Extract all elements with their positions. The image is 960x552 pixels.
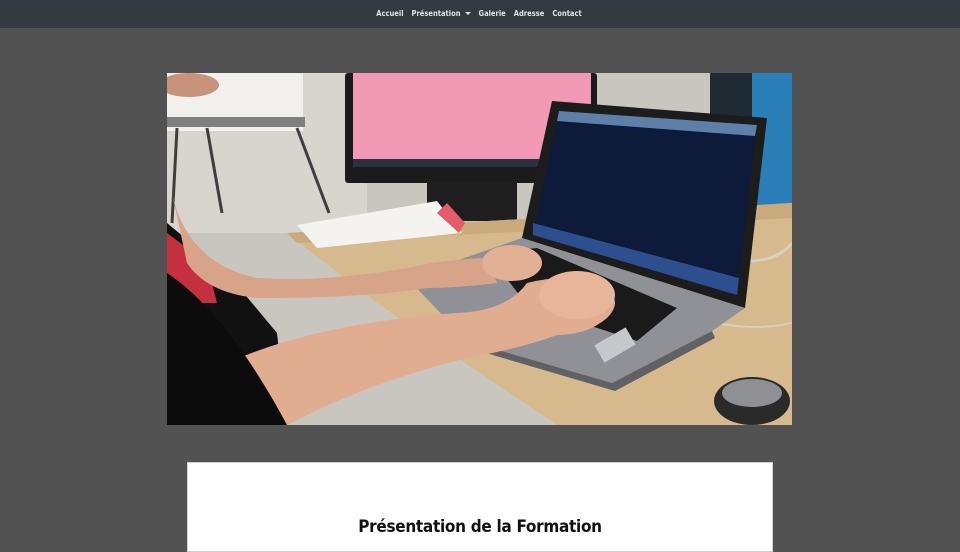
nav-link-contact[interactable]: Contact	[552, 0, 581, 28]
nav-link-accueil[interactable]: Accueil	[376, 0, 403, 28]
caret-down-icon	[464, 12, 471, 15]
section-title: Présentation de la Formation	[358, 517, 602, 537]
hero-video-frame	[167, 73, 792, 425]
hero-video[interactable]	[167, 73, 792, 425]
top-navbar: Accueil Présentation Galerie Adresse Con…	[0, 0, 960, 28]
nav-link-presentation-label: Présentation	[411, 9, 461, 18]
nav-link-galerie[interactable]: Galerie	[479, 0, 506, 28]
nav-link-presentation[interactable]: Présentation	[412, 0, 471, 28]
nav-link-adresse[interactable]: Adresse	[514, 0, 545, 28]
nav-menu: Accueil Présentation Galerie Adresse Con…	[376, 0, 581, 28]
